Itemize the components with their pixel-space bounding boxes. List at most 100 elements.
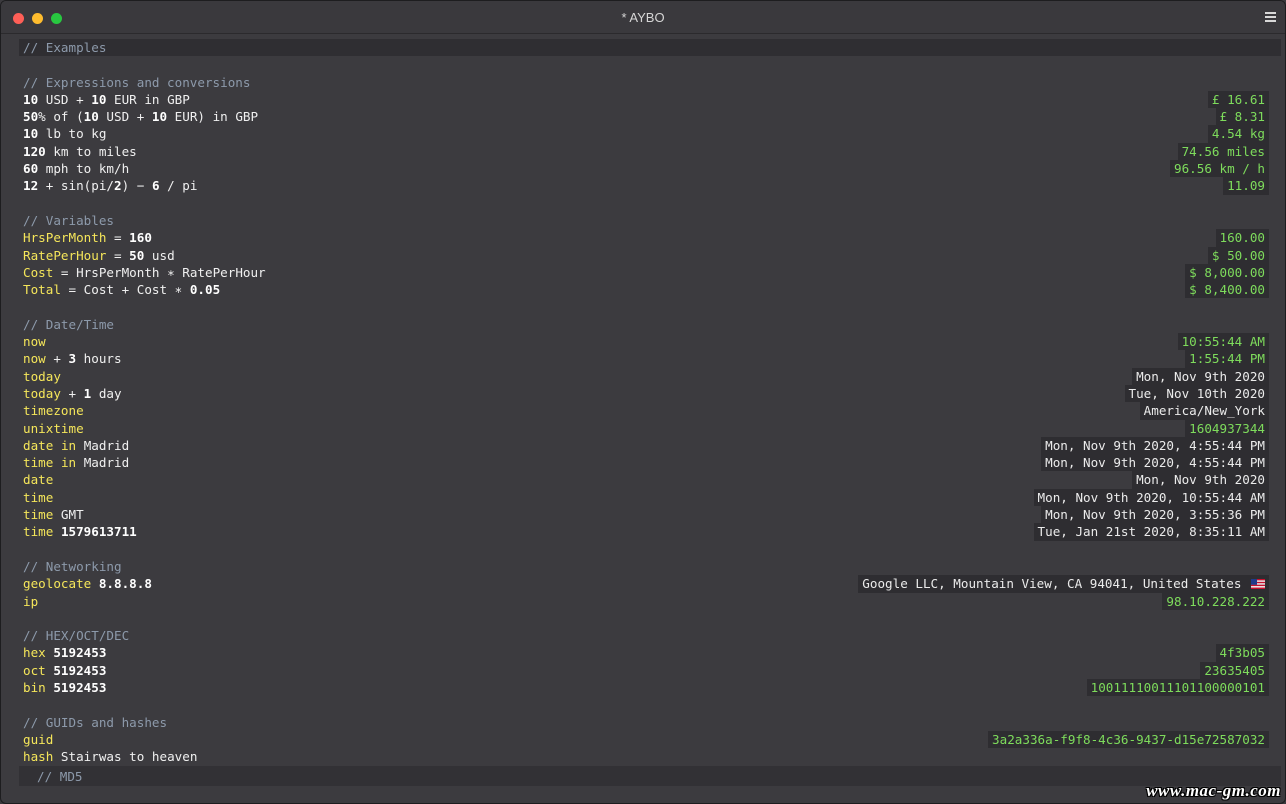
hamburger-menu-icon[interactable] bbox=[1265, 12, 1276, 22]
code-keyword: in bbox=[60, 455, 77, 471]
editor-line[interactable] bbox=[19, 195, 1281, 212]
editor-line[interactable]: Cost = HrsPerMonth ∗ RatePerHour $ 8,000.… bbox=[19, 263, 1281, 282]
code-keyword: in bbox=[60, 437, 77, 453]
code-token: Madrid bbox=[76, 437, 130, 453]
watermark: www.mac-gm.com bbox=[1146, 781, 1281, 800]
editor-line[interactable]: date Mon, Nov 9th 2020 bbox=[19, 471, 1281, 489]
editor-line[interactable] bbox=[19, 541, 1281, 558]
editor-area[interactable]: // Examples // Expressions and conversion… bbox=[19, 39, 1281, 765]
editor-line[interactable]: // Variables bbox=[19, 212, 1281, 229]
code-token: ) − bbox=[121, 178, 152, 194]
editor-line[interactable]: // HEX/OCT/DEC bbox=[19, 627, 1281, 644]
expression: 12 + sin(pi/2) − 6 / pi bbox=[23, 177, 197, 194]
editor-line[interactable]: Total = Cost + Cost ∗ 0.05 $ 8,400.00 bbox=[19, 281, 1281, 299]
editor-line[interactable]: time 1579613711 Tue, Jan 21st 2020, 8:35:… bbox=[19, 523, 1281, 541]
editor-line[interactable]: // Date/Time bbox=[19, 316, 1281, 333]
editor-line[interactable]: 10 lb to kg 4.54 kg bbox=[19, 125, 1281, 143]
editor-line[interactable]: ip 98.10.228.222 bbox=[19, 592, 1281, 610]
result-text: 11.09 bbox=[1227, 178, 1265, 194]
code-token: hours bbox=[76, 351, 122, 367]
result-value: 3a2a336a-f9f8-4c36-9437-d15e72587032 bbox=[988, 730, 1269, 749]
expression: RatePerHour = 50 usd bbox=[23, 247, 175, 264]
code-keyword: timezone bbox=[23, 403, 84, 419]
code-token: 60 bbox=[23, 161, 39, 177]
result-text: £ 8.31 bbox=[1219, 109, 1266, 125]
code-token: Madrid bbox=[76, 455, 130, 471]
expression: today bbox=[23, 368, 61, 385]
us-flag-icon bbox=[1251, 579, 1265, 590]
editor-line[interactable]: 120 km to miles 74.56 miles bbox=[19, 142, 1281, 161]
editor-line[interactable]: time Mon, Nov 9th 2020, 10:55:44 AM bbox=[19, 488, 1281, 507]
code-token: 10 bbox=[91, 91, 107, 107]
result-value: Mon, Nov 9th 2020 bbox=[1132, 471, 1269, 489]
result-text: 1604937344 bbox=[1189, 420, 1265, 436]
expression: // Networking bbox=[23, 558, 122, 575]
result-value: 23635405 bbox=[1200, 661, 1269, 679]
result-value: Mon, Nov 9th 2020, 3:55:36 PM bbox=[1041, 506, 1269, 524]
result-text: America/New_York bbox=[1143, 403, 1265, 419]
editor-line[interactable]: 60 mph to km/h 96.56 km / h bbox=[19, 160, 1281, 178]
editor-line[interactable]: hash Stairwas to heaven bbox=[19, 748, 1281, 765]
code-keyword: time bbox=[23, 455, 54, 471]
code-token: 3 bbox=[68, 351, 77, 367]
editor-line[interactable]: time GMT Mon, Nov 9th 2020, 3:55:36 PM bbox=[19, 506, 1281, 524]
code-keyword: date bbox=[23, 437, 54, 453]
result-value: 10011110011101100000101 bbox=[1086, 678, 1269, 697]
editor-line[interactable]: guid 3a2a336a-f9f8-4c36-9437-d15e72587032 bbox=[19, 730, 1281, 749]
editor-line[interactable]: // Networking bbox=[19, 558, 1281, 575]
editor-current-line[interactable]: // MD5 bbox=[19, 766, 1281, 786]
editor-line[interactable]: 10 USD + 10 EUR in GBP £ 16.61 bbox=[19, 90, 1281, 109]
editor-line[interactable]: now 10:55:44 AM bbox=[19, 333, 1281, 351]
editor-line[interactable]: 12 + sin(pi/2) − 6 / pi 11.09 bbox=[19, 177, 1281, 195]
editor-line[interactable]: // Examples bbox=[19, 39, 1281, 57]
code-keyword: hash bbox=[23, 749, 54, 765]
code-comment: // GUIDs and hashes bbox=[23, 714, 168, 730]
expression: HrsPerMonth = 160 bbox=[23, 229, 152, 246]
editor-line[interactable]: bin 5192453 10011110011101100000101 bbox=[19, 678, 1281, 697]
result-value: 96.56 km / h bbox=[1170, 160, 1269, 178]
expression: now bbox=[23, 333, 46, 350]
editor-line[interactable]: time in Madrid Mon, Nov 9th 2020, 4:55:44… bbox=[19, 454, 1281, 472]
editor-line[interactable]: date in Madrid Mon, Nov 9th 2020, 4:55:44… bbox=[19, 436, 1281, 455]
result-value: 11.09 bbox=[1223, 177, 1269, 195]
expression: // GUIDs and hashes bbox=[23, 714, 167, 731]
editor-line[interactable]: timezone America/New_York bbox=[19, 402, 1281, 420]
editor-line[interactable]: oct 5192453 23635405 bbox=[19, 661, 1281, 679]
result-value: $ 8,000.00 bbox=[1185, 263, 1269, 282]
expression: hex 5192453 bbox=[23, 644, 106, 661]
editor-line[interactable]: 50% of (10 USD + 10 EUR) in GBP £ 8.31 bbox=[19, 108, 1281, 126]
code-token: usd bbox=[144, 247, 175, 263]
expression: // Variables bbox=[23, 212, 114, 229]
code-token: % of ( bbox=[38, 109, 84, 125]
expression: Cost = HrsPerMonth ∗ RatePerHour bbox=[23, 264, 266, 281]
result-text: 96.56 km / h bbox=[1174, 161, 1265, 177]
editor-line[interactable]: today + 1 day Tue, Nov 10th 2020 bbox=[19, 384, 1281, 403]
editor-line[interactable] bbox=[19, 696, 1281, 713]
editor-line[interactable]: today Mon, Nov 9th 2020 bbox=[19, 367, 1281, 385]
expression: // HEX/OCT/DEC bbox=[23, 627, 129, 644]
code-keyword: time bbox=[23, 524, 54, 540]
code-token: 10 bbox=[83, 109, 99, 125]
editor-line[interactable]: // Expressions and conversions bbox=[19, 74, 1281, 91]
code-token: EUR) in GBP bbox=[167, 109, 259, 125]
editor-line[interactable]: HrsPerMonth = 160 160.00 bbox=[19, 229, 1281, 247]
editor-line[interactable]: RatePerHour = 50 usd $ 50.00 bbox=[19, 246, 1281, 264]
editor-line[interactable]: geolocate 8.8.8.8 Google LLC, Mountain Vi… bbox=[19, 575, 1281, 593]
editor-line[interactable]: hex 5192453 4f3b05 bbox=[19, 644, 1281, 662]
code-token: Stairwas to heaven bbox=[53, 749, 198, 765]
editor-line[interactable] bbox=[19, 610, 1281, 627]
code-token: USD + bbox=[38, 91, 92, 107]
editor-line[interactable] bbox=[19, 56, 1281, 73]
editor-line[interactable]: // GUIDs and hashes bbox=[19, 714, 1281, 731]
editor-line[interactable]: unixtime 1604937344 bbox=[19, 419, 1281, 437]
result-text: 4.54 kg bbox=[1211, 126, 1265, 142]
result-text: 10:55:44 AM bbox=[1181, 334, 1265, 350]
editor-line[interactable] bbox=[19, 298, 1281, 315]
editor-line[interactable]: now + 3 hours 1:55:44 PM bbox=[19, 350, 1281, 368]
expression: time bbox=[23, 489, 53, 506]
code-token: EUR in GBP bbox=[106, 91, 190, 107]
code-comment: // Examples bbox=[23, 40, 107, 55]
code-token: + bbox=[60, 385, 84, 401]
result-text: 1:55:44 PM bbox=[1189, 351, 1265, 367]
